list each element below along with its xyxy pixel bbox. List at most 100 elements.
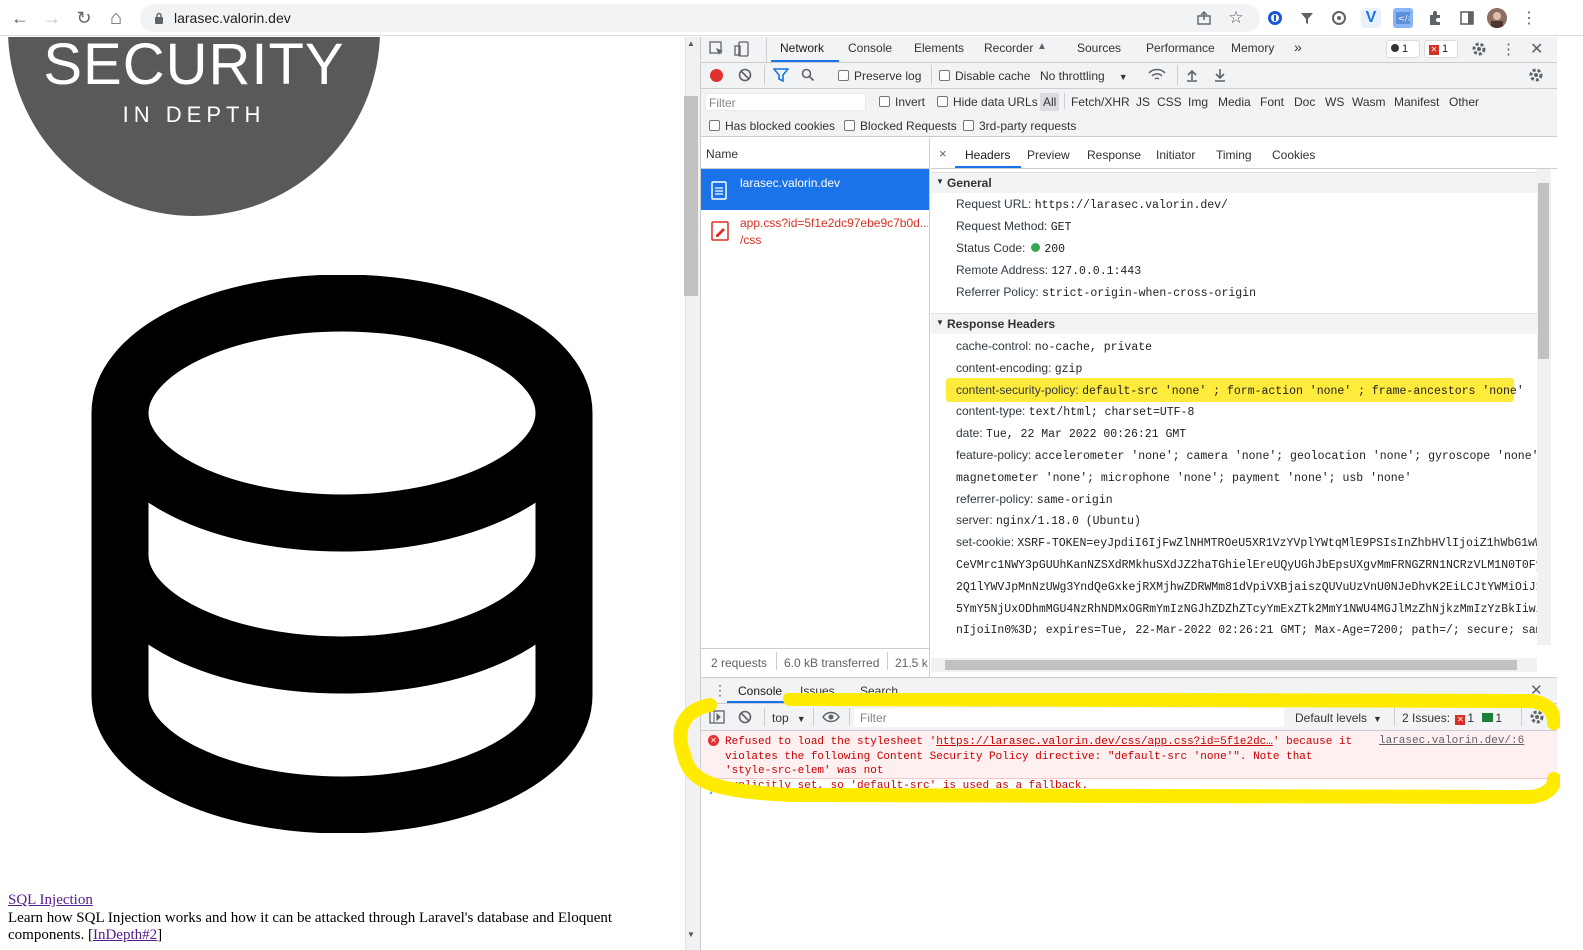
bookmark-star-icon[interactable]: ☆ <box>1226 8 1246 28</box>
more-tabs-icon[interactable]: » <box>1294 39 1302 55</box>
password-extension-icon[interactable] <box>1265 8 1285 28</box>
throttling-select[interactable]: No throttling ▼ <box>1040 69 1128 83</box>
log-levels-select[interactable]: Default levels ▼ <box>1295 711 1382 725</box>
request-row-selected[interactable]: larasec.valorin.dev <box>701 169 929 210</box>
disable-cache-checkbox[interactable]: Disable cache <box>939 69 1030 83</box>
tab-recorder[interactable]: Recorder <box>984 41 1033 55</box>
tab-cookies[interactable]: Cookies <box>1272 148 1315 162</box>
detail-vertical-scrollbar[interactable] <box>1537 169 1551 645</box>
vue-devtools-icon[interactable]: V <box>1361 8 1381 28</box>
extensions-puzzle-icon[interactable] <box>1425 8 1445 28</box>
console-input[interactable] <box>723 782 1549 942</box>
page-scrollbar-thumb[interactable] <box>684 96 698 296</box>
filter-type-js[interactable]: JS <box>1136 95 1150 109</box>
filter-type-manifest[interactable]: Manifest <box>1394 95 1439 109</box>
devtools-menu-icon[interactable]: ⋮ <box>1501 40 1516 58</box>
settings-gear-icon[interactable] <box>1471 41 1487 57</box>
tab-response[interactable]: Response <box>1087 148 1141 162</box>
error-source-link[interactable]: larasec.valorin.dev/:6 <box>1379 735 1524 747</box>
filter-type-ws[interactable]: WS <box>1325 95 1344 109</box>
preserve-log-checkbox[interactable]: Preserve log <box>838 69 921 83</box>
console-error-message[interactable]: ✕ Refused to load the stylesheet 'https:… <box>701 731 1557 792</box>
tab-console[interactable]: Console <box>848 41 892 55</box>
tab-memory[interactable]: Memory <box>1231 41 1274 55</box>
filter-type-all[interactable]: All <box>1040 93 1060 111</box>
filter-type-wasm[interactable]: Wasm <box>1352 95 1386 109</box>
clear-console-icon[interactable] <box>738 710 752 724</box>
profile-avatar[interactable] <box>1487 8 1507 28</box>
indepth-link[interactable]: InDepth#2 <box>93 927 157 943</box>
error-counter-badge[interactable]: 1 <box>1386 40 1420 58</box>
inspect-element-icon[interactable] <box>709 41 725 57</box>
filter-type-css[interactable]: CSS <box>1157 95 1182 109</box>
filter-funnel-icon[interactable] <box>773 68 789 82</box>
tab-elements[interactable]: Elements <box>914 41 964 55</box>
invert-checkbox[interactable]: Invert <box>879 95 925 109</box>
record-icon[interactable] <box>710 69 723 82</box>
detail-horizontal-scrollbar[interactable] <box>931 658 1537 672</box>
tab-sources[interactable]: Sources <box>1077 41 1121 55</box>
console-prompt[interactable]: › <box>709 782 714 798</box>
filter-extension-icon[interactable] <box>1297 8 1317 28</box>
home-icon[interactable]: ⌂ <box>104 6 128 30</box>
address-bar[interactable]: larasec.valorin.dev <box>140 4 1260 32</box>
scroll-down-arrow[interactable]: ▼ <box>687 930 695 939</box>
drawer-menu-icon[interactable]: ⋮ <box>713 682 727 699</box>
console-settings-icon[interactable] <box>1529 709 1545 725</box>
import-har-icon[interactable] <box>1185 68 1199 82</box>
has-blocked-cookies-checkbox[interactable]: Has blocked cookies <box>709 119 835 133</box>
context-select[interactable]: top ▼ <box>772 711 806 725</box>
tab-initiator[interactable]: Initiator <box>1156 148 1195 162</box>
drawer-tab-search[interactable]: Search <box>860 684 898 698</box>
drawer-tab-issues[interactable]: Issues <box>800 684 835 698</box>
share-icon[interactable] <box>1194 8 1214 28</box>
general-section-header[interactable]: ▼ General <box>931 172 1537 193</box>
hide-data-urls-checkbox[interactable]: Hide data URLs <box>937 95 1038 109</box>
third-party-checkbox[interactable]: 3rd-party requests <box>963 119 1076 133</box>
close-devtools-icon[interactable]: ✕ <box>1530 39 1543 59</box>
back-icon[interactable]: ← <box>8 6 32 30</box>
detail-hscroll-thumb[interactable] <box>945 660 1517 670</box>
forward-icon[interactable]: → <box>40 6 64 30</box>
tab-performance[interactable]: Performance <box>1146 41 1215 55</box>
filter-type-fetch[interactable]: Fetch/XHR <box>1071 95 1130 109</box>
filter-type-img[interactable]: Img <box>1188 95 1208 109</box>
devtools-extension-icon[interactable]: </> <box>1393 8 1413 28</box>
tab-headers[interactable]: Headers <box>965 148 1010 162</box>
tab-timing[interactable]: Timing <box>1216 148 1252 162</box>
issues-summary[interactable]: 2 Issues: ✕ 1 1 <box>1402 711 1502 725</box>
network-conditions-icon[interactable] <box>1148 68 1166 82</box>
privacy-extension-icon[interactable] <box>1329 8 1349 28</box>
request-row-failed[interactable]: app.css?id=5f1e2dc97ebe9c7b0d... /css <box>701 210 929 251</box>
close-detail-icon[interactable]: × <box>939 146 947 161</box>
blocked-requests-checkbox[interactable]: Blocked Requests <box>844 119 957 133</box>
console-filter-input[interactable]: Filter <box>854 708 1284 727</box>
filter-type-doc[interactable]: Doc <box>1294 95 1315 109</box>
live-expression-eye-icon[interactable] <box>822 710 840 724</box>
export-har-icon[interactable] <box>1213 68 1227 82</box>
clear-icon[interactable] <box>738 68 752 82</box>
scroll-up-arrow[interactable]: ▲ <box>687 39 695 48</box>
tab-network[interactable]: Network <box>780 41 824 55</box>
filter-input[interactable]: Filter <box>705 93 866 111</box>
stylesheet-url-link[interactable]: https://larasec.valorin.dev/css/app.css?… <box>936 736 1273 748</box>
search-icon[interactable] <box>801 68 815 82</box>
filter-type-media[interactable]: Media <box>1218 95 1251 109</box>
reload-icon[interactable]: ↻ <box>72 6 96 30</box>
tab-preview[interactable]: Preview <box>1027 148 1070 162</box>
close-drawer-icon[interactable]: ✕ <box>1530 681 1543 699</box>
console-sidebar-icon[interactable] <box>709 710 725 724</box>
drawer-tab-console[interactable]: Console <box>738 684 782 698</box>
detail-scrollbar-thumb[interactable] <box>1538 183 1549 359</box>
browser-menu-icon[interactable]: ⋮ <box>1519 8 1539 28</box>
device-toolbar-icon[interactable] <box>734 41 750 57</box>
response-headers-section-header[interactable]: ▼ Response Headers <box>931 313 1537 334</box>
side-panel-icon[interactable] <box>1457 8 1477 28</box>
header-key: Request Method: <box>956 219 1048 233</box>
network-settings-icon[interactable] <box>1528 67 1544 83</box>
issue-counter-badge[interactable]: ✕ 1 <box>1424 40 1458 58</box>
name-column-header[interactable]: Name <box>701 138 929 169</box>
sql-injection-link[interactable]: SQL Injection <box>8 892 93 909</box>
filter-type-other[interactable]: Other <box>1449 95 1479 109</box>
filter-type-font[interactable]: Font <box>1260 95 1284 109</box>
